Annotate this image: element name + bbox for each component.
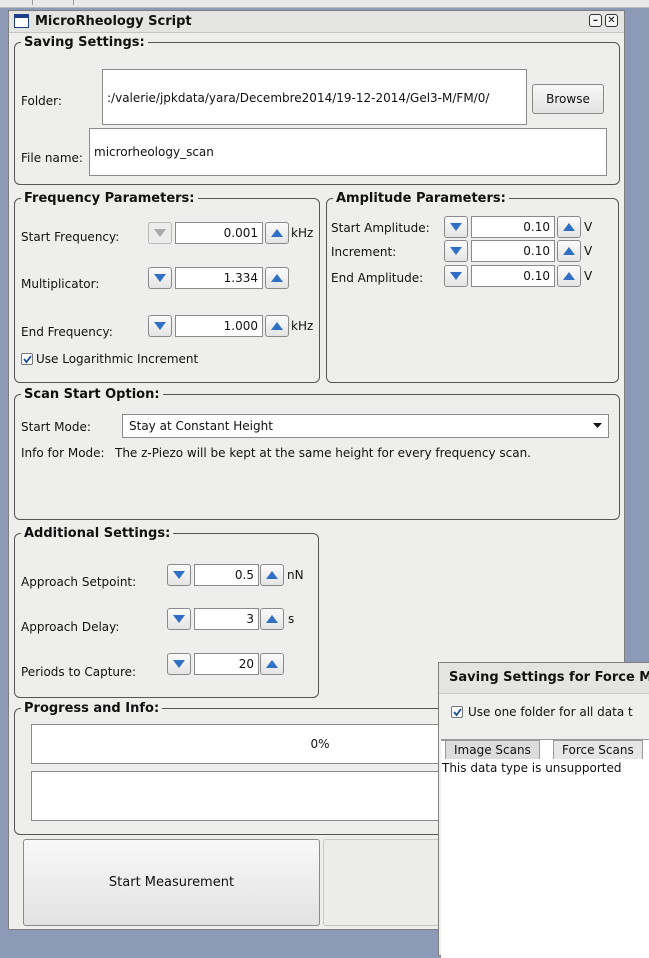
end-amplitude-up-button[interactable]	[557, 265, 581, 287]
window-title: MicroRheology Script	[35, 14, 192, 29]
increment-unit: V	[584, 244, 593, 258]
up-arrow-icon	[266, 615, 278, 623]
up-arrow-icon	[271, 274, 283, 282]
start-amplitude-label: Start Amplitude:	[331, 221, 430, 235]
taskbar-tab[interactable]	[32, 0, 74, 5]
end-frequency-field[interactable]: 1.000	[175, 315, 263, 337]
folder-field[interactable]: :/valerie/jpkdata/yara/Decembre2014/19-1…	[102, 69, 527, 125]
multiplicator-label: Multiplicator:	[21, 277, 100, 291]
filename-label: File name:	[21, 151, 83, 165]
start-frequency-down-button[interactable]	[148, 222, 172, 244]
periods-to-capture-label: Periods to Capture:	[21, 665, 137, 679]
start-frequency-label: Start Frequency:	[21, 230, 120, 244]
browse-button[interactable]: Browse	[532, 84, 604, 114]
approach-delay-field[interactable]: 3	[194, 608, 259, 630]
approach-setpoint-unit: nN	[287, 568, 304, 582]
additional-legend: Additional Settings:	[24, 526, 171, 541]
approach-delay-up-button[interactable]	[260, 608, 284, 630]
unsupported-message: This data type is unsupported	[442, 761, 622, 775]
start-amplitude-down-button[interactable]	[444, 216, 468, 238]
one-folder-checkbox[interactable]	[451, 706, 463, 718]
approach-setpoint-label: Approach Setpoint:	[21, 575, 137, 589]
down-arrow-icon	[450, 223, 462, 231]
end-frequency-down-button[interactable]	[148, 315, 172, 337]
up-arrow-icon	[271, 322, 283, 330]
periods-up-button[interactable]	[260, 653, 284, 675]
end-amplitude-field[interactable]: 0.10	[471, 265, 555, 287]
periods-to-capture-field[interactable]: 20	[194, 653, 259, 675]
approach-setpoint-field[interactable]: 0.5	[194, 564, 259, 586]
title-bar[interactable]: MicroRheology Script – ✕	[9, 11, 624, 33]
approach-delay-unit: s	[288, 612, 295, 626]
end-frequency-up-button[interactable]	[265, 315, 289, 337]
start-measurement-button[interactable]: Start Measurement	[23, 839, 320, 926]
log-increment-checkbox[interactable]	[21, 353, 33, 365]
down-arrow-icon	[154, 322, 166, 330]
sub-title-bar[interactable]: Saving Settings for Force M	[439, 663, 649, 694]
filename-field[interactable]: microrheology_scan	[89, 128, 607, 176]
down-arrow-icon	[450, 247, 462, 255]
window-icon	[14, 14, 29, 28]
start-amplitude-up-button[interactable]	[557, 216, 581, 238]
end-amplitude-down-button[interactable]	[444, 265, 468, 287]
up-arrow-icon	[563, 272, 575, 280]
down-arrow-icon	[450, 272, 462, 280]
approach-setpoint-up-button[interactable]	[260, 564, 284, 586]
frequency-legend: Frequency Parameters:	[24, 191, 195, 206]
dropdown-arrow-icon	[593, 423, 602, 428]
info-for-mode-text: The z-Piezo will be kept at the same hei…	[115, 446, 531, 460]
up-arrow-icon	[266, 660, 278, 668]
one-folder-label: Use one folder for all data t	[468, 705, 633, 719]
periods-down-button[interactable]	[167, 653, 191, 675]
info-for-mode-label: Info for Mode:	[21, 446, 105, 460]
start-frequency-unit: kHz	[291, 226, 314, 240]
start-mode-label: Start Mode:	[21, 420, 91, 434]
multiplicator-down-button[interactable]	[148, 267, 172, 289]
up-arrow-icon	[563, 247, 575, 255]
checkmark-icon	[23, 355, 32, 364]
increment-down-button[interactable]	[444, 240, 468, 262]
log-increment-label: Use Logarithmic Increment	[36, 352, 199, 366]
up-arrow-icon	[266, 571, 278, 579]
end-amplitude-label: End Amplitude:	[331, 271, 424, 285]
saving-settings-legend: Saving Settings:	[24, 35, 145, 50]
tab-force-scans[interactable]: Force Scans	[553, 740, 643, 759]
up-arrow-icon	[563, 223, 575, 231]
start-amplitude-field[interactable]: 0.10	[471, 216, 555, 238]
tab-image-scans[interactable]: Image Scans	[445, 740, 540, 759]
approach-setpoint-down-button[interactable]	[167, 564, 191, 586]
increment-field[interactable]: 0.10	[471, 240, 555, 262]
increment-label: Increment:	[331, 245, 397, 259]
down-arrow-icon	[173, 571, 185, 579]
down-arrow-icon	[173, 660, 185, 668]
amplitude-legend: Amplitude Parameters:	[336, 191, 506, 206]
multiplicator-up-button[interactable]	[265, 267, 289, 289]
close-icon[interactable]: ✕	[605, 14, 618, 27]
increment-up-button[interactable]	[557, 240, 581, 262]
up-arrow-icon	[271, 229, 283, 237]
saving-settings-force-window: Saving Settings for Force M Use one fold…	[438, 662, 649, 958]
end-frequency-unit: kHz	[291, 319, 314, 333]
start-frequency-field[interactable]: 0.001	[175, 222, 263, 244]
approach-delay-label: Approach Delay:	[21, 620, 120, 634]
approach-delay-down-button[interactable]	[167, 608, 191, 630]
progress-legend: Progress and Info:	[24, 701, 160, 716]
down-arrow-icon	[154, 274, 166, 282]
desktop-top-strip	[0, 0, 649, 8]
end-amplitude-unit: V	[584, 269, 593, 283]
tab-edge	[441, 740, 445, 759]
start-mode-select[interactable]: Stay at Constant Height	[122, 414, 609, 438]
checkmark-icon	[453, 708, 462, 717]
start-frequency-up-button[interactable]	[265, 222, 289, 244]
folder-label: Folder:	[21, 94, 62, 108]
minimize-icon[interactable]: –	[589, 14, 602, 27]
down-arrow-icon	[154, 229, 166, 237]
start-mode-value: Stay at Constant Height	[129, 419, 273, 433]
sub-window-title: Saving Settings for Force M	[449, 670, 649, 685]
start-amplitude-unit: V	[584, 220, 593, 234]
multiplicator-field[interactable]: 1.334	[175, 267, 263, 289]
end-frequency-label: End Frequency:	[21, 325, 113, 339]
down-arrow-icon	[173, 615, 185, 623]
scan-start-legend: Scan Start Option:	[24, 387, 160, 402]
